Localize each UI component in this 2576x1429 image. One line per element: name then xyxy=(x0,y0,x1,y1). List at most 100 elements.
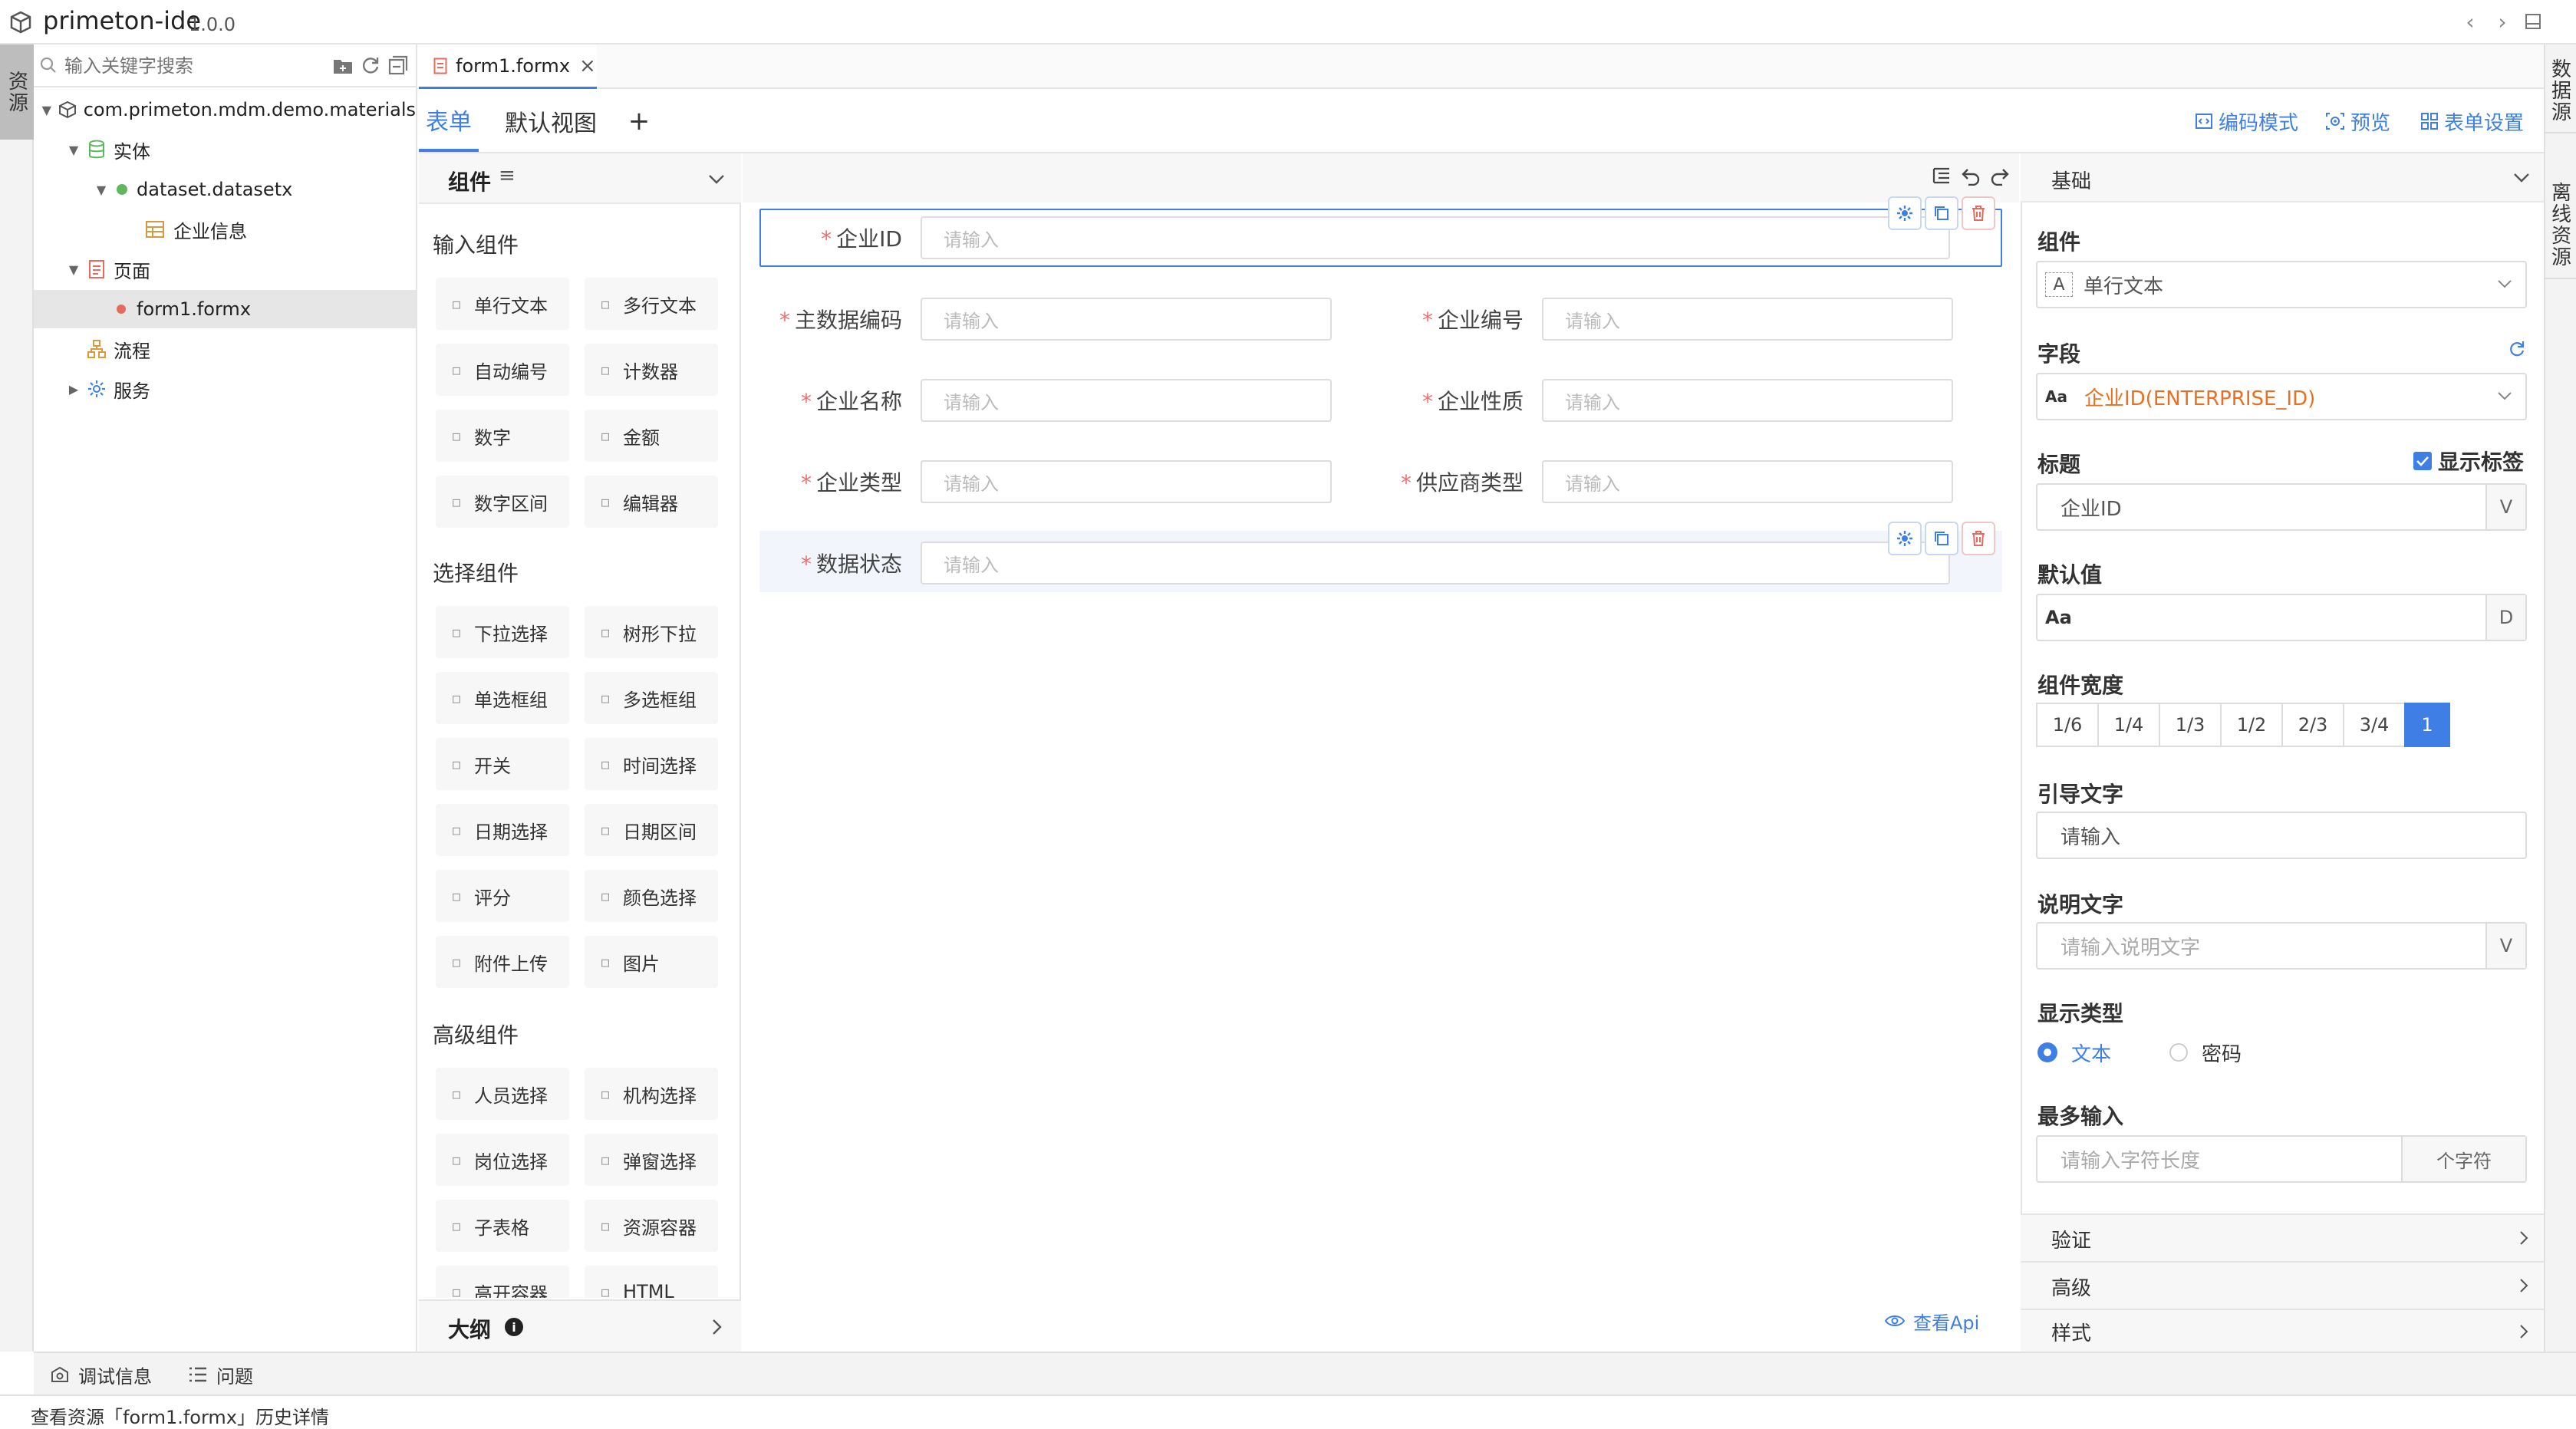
title-input[interactable]: 企业ID V xyxy=(2036,483,2527,531)
palette-item[interactable]: ▫ 资源容器 xyxy=(585,1200,718,1252)
field-input-enterprise-id[interactable]: 请输入 xyxy=(921,216,1950,259)
width-option[interactable]: 1/4 xyxy=(2097,703,2160,747)
add-view-button[interactable]: + xyxy=(620,91,658,152)
preview-button[interactable]: 预览 xyxy=(2324,106,2390,137)
field-input-supplier-type[interactable]: 请输入 xyxy=(1542,460,1953,503)
window-restore-icon[interactable] xyxy=(2522,11,2544,32)
field-settings-button[interactable] xyxy=(1888,522,1922,555)
palette-item[interactable]: ▫ 颜色选择 xyxy=(585,870,718,922)
tree-node-page[interactable]: ▼ 页面 xyxy=(34,250,416,288)
outline-tree-icon[interactable] xyxy=(1930,164,1953,187)
palette-item[interactable]: ▫ 数字区间 xyxy=(436,476,569,528)
collapse-all-icon[interactable] xyxy=(387,54,410,77)
view-api-link[interactable]: 查看Api xyxy=(1884,1306,1979,1336)
field-input-enterprise-nature[interactable]: 请输入 xyxy=(1542,379,1953,422)
palette-item[interactable]: ▫ 编辑器 xyxy=(585,476,718,528)
palette-item[interactable]: ▫ 高开容器 xyxy=(436,1266,569,1298)
field-input-master-code[interactable]: 请输入 xyxy=(921,298,1332,341)
tree-node-service[interactable]: ▶ 服务 xyxy=(34,370,416,408)
outline-bar[interactable]: 大纲 i xyxy=(419,1299,741,1352)
palette-item[interactable]: ▫ HTML xyxy=(585,1266,718,1298)
palette-item[interactable]: ▫ 单行文本 xyxy=(436,278,569,330)
width-option[interactable]: 2/3 xyxy=(2281,703,2344,747)
chevron-down-icon[interactable] xyxy=(706,169,727,190)
width-option[interactable]: 1/3 xyxy=(2159,703,2222,747)
palette-item[interactable]: ▫ 岗位选择 xyxy=(436,1134,569,1186)
list-icon[interactable]: ≡ xyxy=(499,164,516,187)
refresh-icon[interactable] xyxy=(359,54,382,77)
palette-item[interactable]: ▫ 图片 xyxy=(585,936,718,988)
tab-form[interactable]: 表单 xyxy=(419,91,479,152)
palette-item[interactable]: ▫ 评分 xyxy=(436,870,569,922)
code-mode-button[interactable]: 编码模式 xyxy=(2194,106,2298,137)
resources-side-tab[interactable]: 资源 xyxy=(0,44,34,140)
editor-tab-form1[interactable]: form1.formx × xyxy=(419,44,597,89)
palette-item[interactable]: ▫ 多行文本 xyxy=(585,278,718,330)
tree-node-form[interactable]: form1.formx xyxy=(34,290,416,328)
debug-info-tab[interactable]: 调试信息 xyxy=(49,1361,152,1388)
palette-item[interactable]: ▫ 开关 xyxy=(436,738,569,790)
palette-item[interactable]: ▫ 单选框组 xyxy=(436,672,569,724)
field-input-enterprise-name[interactable]: 请输入 xyxy=(921,379,1332,422)
field-delete-button[interactable] xyxy=(1962,196,1995,230)
width-option[interactable]: 1 xyxy=(2404,703,2450,747)
palette-item[interactable]: ▫ 子表格 xyxy=(436,1200,569,1252)
default-value-input[interactable]: Aa D xyxy=(2036,594,2527,641)
field-settings-button[interactable] xyxy=(1888,196,1922,230)
width-option[interactable]: 1/2 xyxy=(2220,703,2283,747)
max-length-input[interactable]: 请输入字符长度 个字符 xyxy=(2036,1135,2527,1183)
palette-item[interactable]: ▫ 数字 xyxy=(436,410,569,462)
hint-text-input[interactable]: 请输入 xyxy=(2036,812,2527,859)
palette-item[interactable]: ▫ 时间选择 xyxy=(585,738,718,790)
new-folder-icon[interactable] xyxy=(331,55,354,77)
nav-back-icon[interactable]: ‹ xyxy=(2458,9,2482,35)
component-type-select[interactable]: A 单行文本 xyxy=(2036,261,2527,308)
palette-item[interactable]: ▫ 日期选择 xyxy=(436,804,569,856)
field-input-enterprise-no[interactable]: 请输入 xyxy=(1542,298,1953,341)
palette-item[interactable]: ▫ 机构选择 xyxy=(585,1068,718,1120)
redo-icon[interactable] xyxy=(1988,164,2011,187)
default-value-button[interactable]: D xyxy=(2485,595,2525,640)
nav-forward-icon[interactable]: › xyxy=(2490,9,2515,35)
tree-node-root[interactable]: ▼ com.primeton.mdm.demo.materials xyxy=(34,91,416,129)
close-tab-icon[interactable]: × xyxy=(579,54,596,77)
palette-item[interactable]: ▫ 金额 xyxy=(585,410,718,462)
field-copy-button[interactable] xyxy=(1925,522,1958,555)
width-option[interactable]: 3/4 xyxy=(2343,703,2406,747)
properties-header[interactable]: 基础 xyxy=(2021,153,2544,202)
width-option[interactable]: 1/6 xyxy=(2036,703,2099,747)
tree-node-flow[interactable]: 流程 xyxy=(34,330,416,368)
title-variable-button[interactable]: V xyxy=(2485,485,2525,529)
description-variable-button[interactable]: V xyxy=(2485,924,2525,968)
palette-item[interactable]: ▫ 日期区间 xyxy=(585,804,718,856)
collapse-style[interactable]: 样式 xyxy=(2021,1309,2544,1353)
problems-tab[interactable]: 问题 xyxy=(187,1361,253,1388)
palette-item[interactable]: ▫ 弹窗选择 xyxy=(585,1134,718,1186)
explorer-search-input[interactable] xyxy=(63,51,347,81)
refresh-icon[interactable] xyxy=(2507,337,2527,361)
collapse-advanced[interactable]: 高级 xyxy=(2021,1261,2544,1310)
palette-item[interactable]: ▫ 下拉选择 xyxy=(436,606,569,658)
palette-item[interactable]: ▫ 人员选择 xyxy=(436,1068,569,1120)
tab-default-view[interactable]: 默认视图 xyxy=(505,91,597,152)
palette-item[interactable]: ▫ 自动编号 xyxy=(436,344,569,396)
undo-icon[interactable] xyxy=(1959,164,1982,187)
palette-item[interactable]: ▫ 计数器 xyxy=(585,344,718,396)
status-message[interactable]: 查看资源「form1.formx」历史详情 xyxy=(31,1402,329,1429)
datasource-side-tab[interactable]: 数据源 xyxy=(2544,49,2576,133)
show-label-checkbox[interactable]: 显示标签 xyxy=(2413,448,2524,475)
offline-resources-side-tab[interactable]: 离线资源 xyxy=(2544,172,2576,279)
display-type-radio-text[interactable]: 文本 xyxy=(2037,1039,2111,1066)
collapse-validation[interactable]: 验证 xyxy=(2021,1213,2544,1263)
description-input[interactable]: 请输入说明文字 V xyxy=(2036,922,2527,970)
palette-scroll-area[interactable]: 输入组件 ▫ 单行文本 ▫ 多行文本 ▫ 自动编号 ▫ 计数器 ▫ 数字 ▫ 金额 ▫ 数字区间 ▫ 编辑器 … xyxy=(419,206,740,1298)
field-delete-button[interactable] xyxy=(1962,522,1995,555)
field-input-enterprise-type[interactable]: 请输入 xyxy=(921,460,1332,503)
field-copy-button[interactable] xyxy=(1925,196,1958,230)
tree-node-entity[interactable]: ▼ 实体 xyxy=(34,130,416,169)
palette-item[interactable]: ▫ 附件上传 xyxy=(436,936,569,988)
tree-node-enterprise[interactable]: 企业信息 xyxy=(34,210,416,249)
field-binding-select[interactable]: Aa 企业ID(ENTERPRISE_ID) xyxy=(2036,373,2527,420)
field-input-data-status[interactable]: 请输入 xyxy=(921,542,1950,584)
palette-item[interactable]: ▫ 多选框组 xyxy=(585,672,718,724)
